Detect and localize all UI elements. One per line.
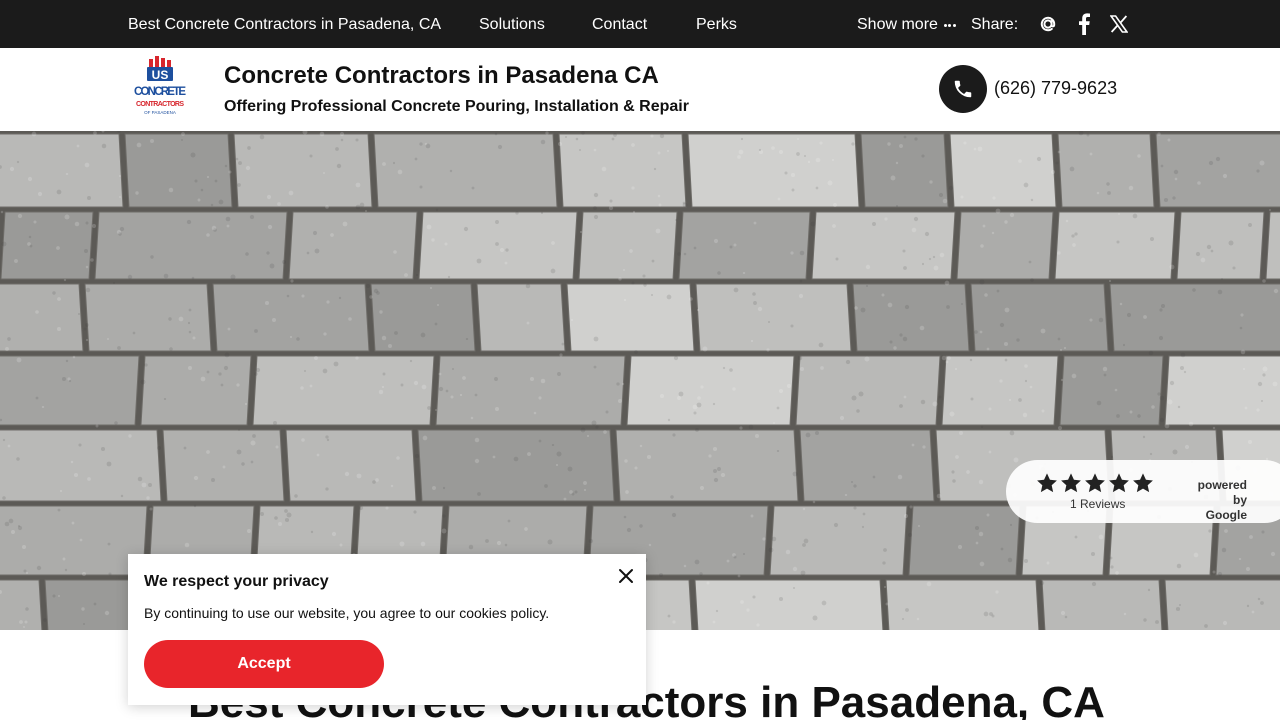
close-icon[interactable] [614,564,638,588]
paver-stone [1164,579,1280,630]
show-more-label: Show more [857,16,938,34]
cookie-text: By continuing to use our website, you ag… [144,605,550,621]
powered-by-google: powered by Google [1187,478,1247,523]
company-logo[interactable]: US CONCRETE CONTRACTORS OF PASADENA [132,56,190,122]
site-header: US CONCRETE CONTRACTORS OF PASADENA Conc… [0,48,1280,131]
top-nav-bar: Best Concrete Contractors in Pasadena, C… [0,0,1280,48]
paver-stone [566,283,695,352]
paver-stone [578,211,678,280]
logo-contractors-text: CONTRACTORS [136,101,184,108]
google-reviews-badge[interactable]: 1 Reviews powered by Google [1006,460,1280,523]
paver-stone [687,133,860,208]
paver-stone [908,505,1021,576]
site-tagline: Offering Professional Concrete Pouring, … [224,98,689,115]
paver-stone [811,211,956,280]
paver-stone [695,283,852,352]
paver-stone [0,505,148,576]
paver-stone [252,355,435,426]
nav-solutions-link[interactable]: Solutions [479,0,545,48]
paver-stone [162,429,285,502]
facebook-icon[interactable] [1072,12,1096,36]
paver-stone [694,579,884,630]
paver-stone [799,429,935,502]
star-icon [1109,473,1129,493]
paver-stone [285,429,417,502]
paver-stone [44,579,133,630]
paver-stone [84,283,212,352]
star-icon [1037,473,1057,493]
phone-icon [954,80,972,98]
paver-stone [949,133,1057,208]
paver-stone [0,429,162,502]
show-more-button[interactable]: Show more [857,0,957,48]
paver-stone [769,505,908,576]
paver-stone [233,133,373,208]
phone-call-button[interactable] [939,65,987,113]
review-count: 1 Reviews [1070,497,1126,511]
paver-stone [795,355,941,426]
powered-by-label: powered by [1197,478,1247,507]
star-icon [1133,473,1153,493]
paver-stone [476,283,566,352]
paver-stone [0,211,94,280]
paver-stone [1176,211,1265,280]
paver-stone [615,429,799,502]
nav-contact-link[interactable]: Contact [592,0,647,48]
accept-cookies-button[interactable]: Accept [144,640,384,688]
x-twitter-icon[interactable] [1107,12,1131,36]
paver-stone [852,283,970,352]
cookie-consent-banner: We respect your privacy By continuing to… [128,554,646,705]
paver-stone [140,355,252,426]
paver-stone [626,355,795,426]
paver-stone [1059,355,1164,426]
paver-stone [885,579,1040,630]
paver-stone [288,211,418,280]
paver-stone [370,283,476,352]
nav-home-link[interactable]: Best Concrete Contractors in Pasadena, C… [128,0,441,48]
paver-stone [1041,579,1163,630]
share-label: Share: [971,16,1019,33]
logo-us-text: US [152,68,169,82]
paver-stone [558,133,687,208]
nav-perks-link[interactable]: Perks [696,0,737,48]
star-icon [1061,473,1081,493]
paver-stone [678,211,811,280]
paver-stone [0,283,84,352]
rating-stars [1036,472,1154,494]
more-dots-icon [943,0,958,48]
site-title[interactable]: Concrete Contractors in Pasadena CA [224,62,659,90]
provider-label: Google [1205,508,1247,522]
star-icon [1085,473,1105,493]
paver-stone [212,283,370,352]
paver-stone [435,355,626,426]
paver-stone [860,133,949,208]
paver-stone [970,283,1109,352]
phone-number-link[interactable]: (626) 779-9623 [994,78,1117,99]
paver-stone [0,355,140,426]
logo-pasadena-text: OF PASADENA [144,110,176,115]
cookie-title: We respect your privacy [144,573,329,590]
logo-concrete-text: CONCRETE [134,86,186,98]
email-at-icon[interactable] [1036,12,1060,36]
paver-stone [941,355,1059,426]
paver-stone [1109,283,1280,352]
